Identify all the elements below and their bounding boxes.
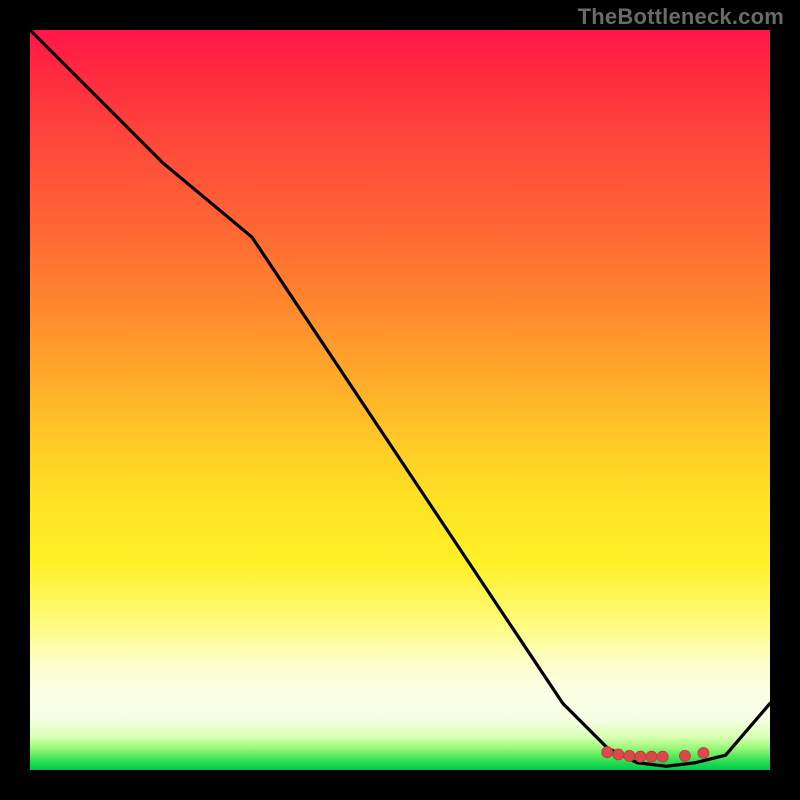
marker-point: [657, 751, 668, 762]
watermark-label: TheBottleneck.com: [578, 4, 784, 30]
optimal-region-markers: [602, 747, 709, 763]
marker-point: [635, 751, 646, 762]
marker-point: [624, 750, 635, 761]
marker-point: [698, 748, 709, 759]
chart-frame: TheBottleneck.com: [0, 0, 800, 800]
chart-overlay: [30, 30, 770, 770]
bottleneck-curve: [30, 30, 770, 766]
marker-point: [679, 750, 690, 761]
marker-point: [602, 747, 613, 758]
marker-point: [613, 749, 624, 760]
marker-point: [646, 751, 657, 762]
